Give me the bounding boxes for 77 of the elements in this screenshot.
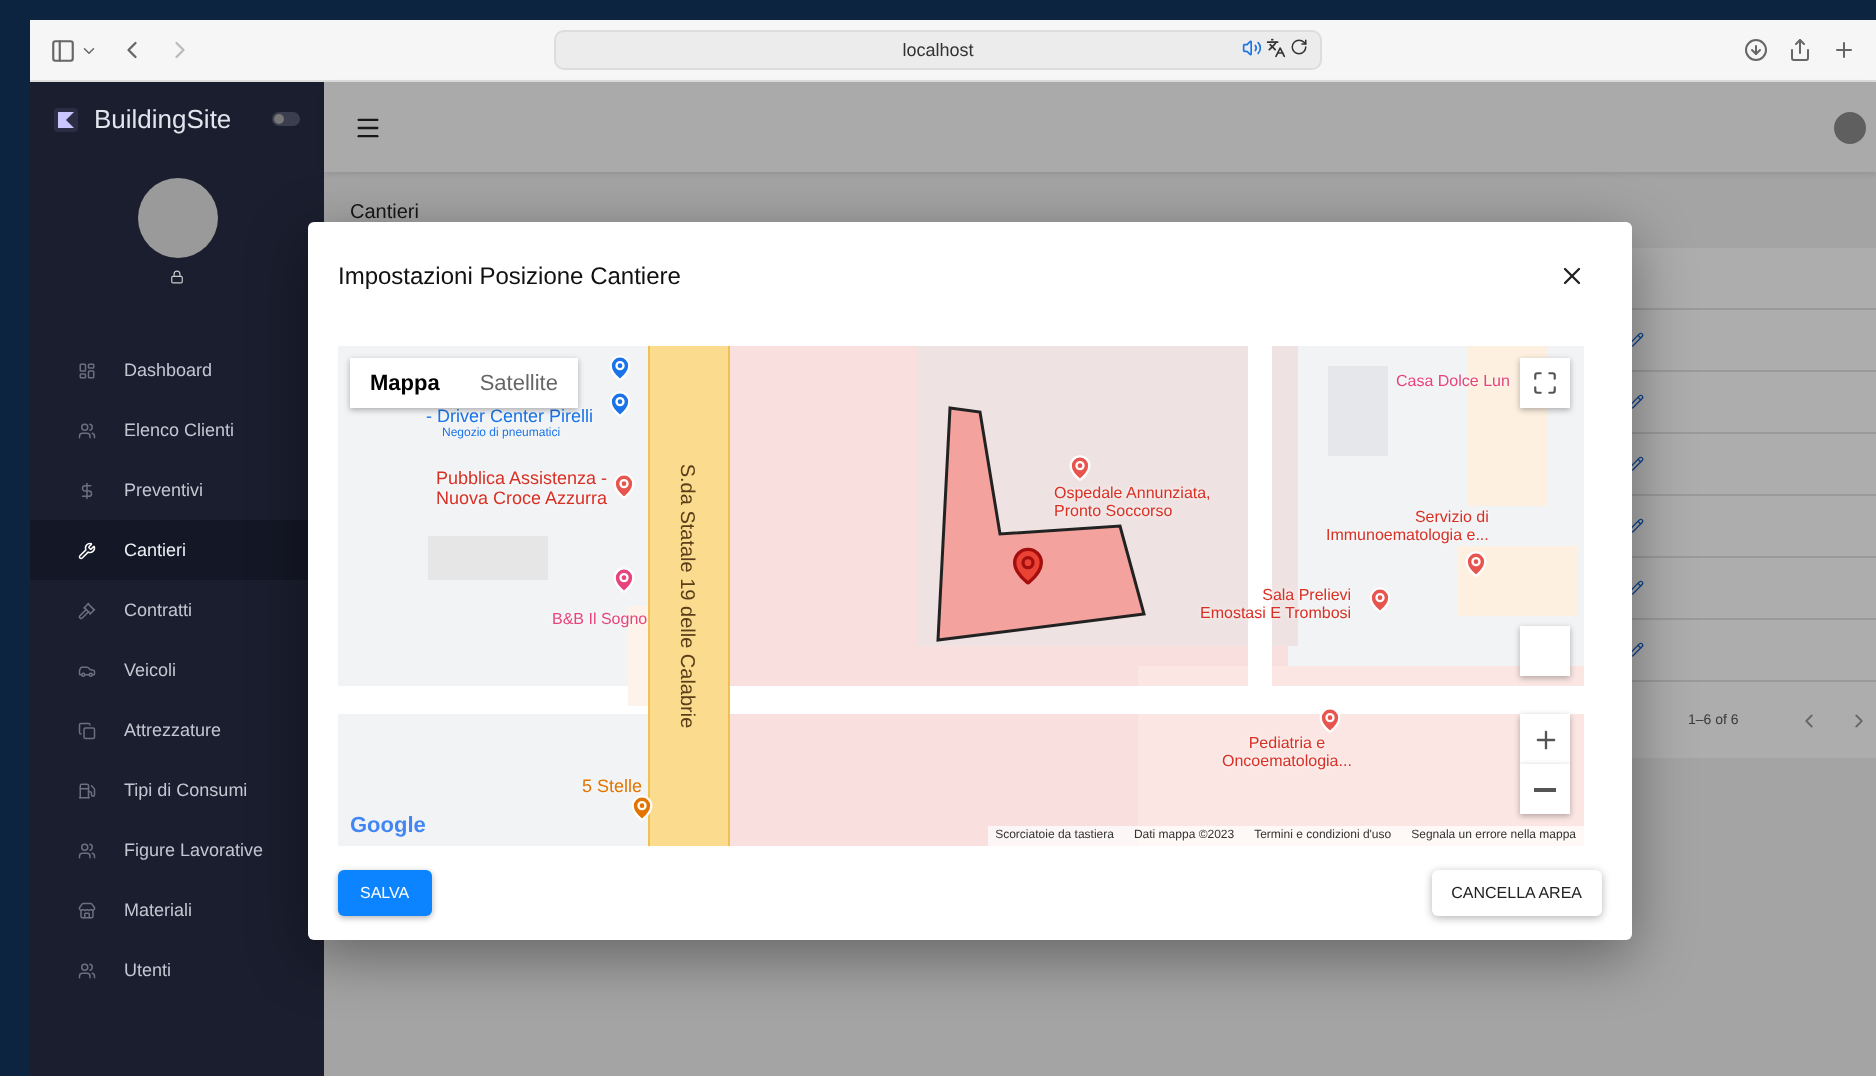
page-title: Cantieri [348, 200, 421, 228]
place-label: - Driver Center Pirelli [426, 408, 594, 427]
sidebar-item[interactable]: Utenti [30, 940, 324, 1000]
zoom-out-button[interactable] [1520, 764, 1570, 814]
tools-icon [78, 541, 96, 559]
avatar[interactable] [137, 178, 217, 258]
user-avatar[interactable] [1834, 111, 1866, 143]
sidebar-item[interactable]: Dashboard [30, 340, 324, 400]
place-label: Ospedale Annunziata, Pronto Soccorso [1054, 486, 1211, 522]
lock-icon [170, 270, 184, 284]
close-button[interactable] [1558, 262, 1586, 290]
logo-icon [54, 107, 78, 131]
edit-icon[interactable] [1628, 642, 1644, 658]
sidebar-item[interactable]: Veicoli [30, 640, 324, 700]
map-pin-icon[interactable] [610, 566, 638, 594]
brand-name: BuildingSite [94, 104, 234, 134]
fullscreen-button[interactable] [1520, 358, 1570, 408]
place-label: Casa Dolce Lun [1396, 374, 1510, 392]
dollar-icon [78, 481, 96, 499]
building-block [1458, 546, 1578, 616]
map-pin-icon[interactable] [1462, 550, 1490, 578]
translate-icon[interactable] [1266, 38, 1286, 58]
sidebar-item[interactable]: Preventivi [30, 460, 324, 520]
sidebar-toggle-icon[interactable] [50, 37, 76, 63]
clear-area-button[interactable]: CANCELLA AREA [1431, 870, 1602, 916]
speaker-icon[interactable] [1242, 38, 1262, 58]
edit-icon[interactable] [1628, 394, 1644, 410]
place-label: Servizio di Immunoematologia e... [1326, 510, 1489, 546]
share-icon[interactable] [1788, 38, 1812, 62]
street-label: S.da Statale 19 delle Calabrie [675, 463, 697, 729]
edit-icon[interactable] [1628, 580, 1644, 596]
map-type-tab[interactable]: Satellite [459, 358, 578, 408]
people-icon [78, 421, 96, 439]
address-field[interactable]: localhost [554, 30, 1322, 70]
plus-icon [1531, 725, 1559, 753]
gavel-icon [78, 601, 96, 619]
dialog-title: Impostazioni Posizione Cantiere [338, 262, 681, 290]
place-label: Pubblica Assistenza - Nuova Croce Azzurra [436, 470, 608, 510]
map-pin-icon[interactable] [610, 472, 638, 500]
map-pin-icon[interactable] [606, 354, 634, 382]
sidebar-item[interactable]: Tipi di Consumi [30, 760, 324, 820]
new-tab-icon[interactable] [1832, 38, 1856, 62]
map-pin-icon[interactable] [606, 390, 634, 418]
edit-icon[interactable] [1628, 456, 1644, 472]
map-pin-icon[interactable] [1066, 454, 1094, 482]
place-label: 5 Stelle [582, 778, 643, 798]
marker-icon[interactable] [1008, 546, 1048, 586]
sidebar-item[interactable]: Figure Lavorative [30, 820, 324, 880]
edit-icon[interactable] [1628, 332, 1644, 348]
zoom-in-button[interactable] [1520, 714, 1570, 764]
sidebar-item[interactable]: Elenco Clienti [30, 400, 324, 460]
fullscreen-icon [1532, 370, 1558, 396]
map-pin-icon[interactable] [1316, 706, 1344, 734]
people-icon [78, 961, 96, 979]
people-icon [78, 841, 96, 859]
place-label: Sala Prelievi Emostasi E Trombosi [1200, 588, 1352, 624]
theme-toggle[interactable] [272, 112, 300, 126]
save-button[interactable]: SALVA [338, 870, 432, 916]
place-label: Pediatria e Oncoematologia... [1222, 736, 1352, 772]
map-pin-icon[interactable] [628, 794, 656, 822]
sidebar-item[interactable]: Contratti [30, 580, 324, 640]
sidebar-item[interactable]: Attrezzature [30, 700, 324, 760]
minus-icon [1534, 787, 1556, 791]
copy-icon [78, 721, 96, 739]
map-type-tab[interactable]: Mappa [350, 358, 460, 408]
sidebar-item[interactable]: Materiali [30, 880, 324, 940]
reload-icon[interactable] [1290, 38, 1308, 56]
dashboard-icon [78, 361, 96, 379]
download-icon[interactable] [1744, 38, 1768, 62]
map-logo: Google [350, 814, 426, 838]
car-icon [78, 661, 96, 679]
fuel-icon [78, 781, 96, 799]
map-pin-icon[interactable] [1366, 586, 1394, 614]
store-icon [78, 901, 96, 919]
edit-icon[interactable] [1628, 518, 1644, 534]
place-label: B&B Il Sogno [552, 612, 648, 630]
menu-icon[interactable] [354, 113, 382, 141]
